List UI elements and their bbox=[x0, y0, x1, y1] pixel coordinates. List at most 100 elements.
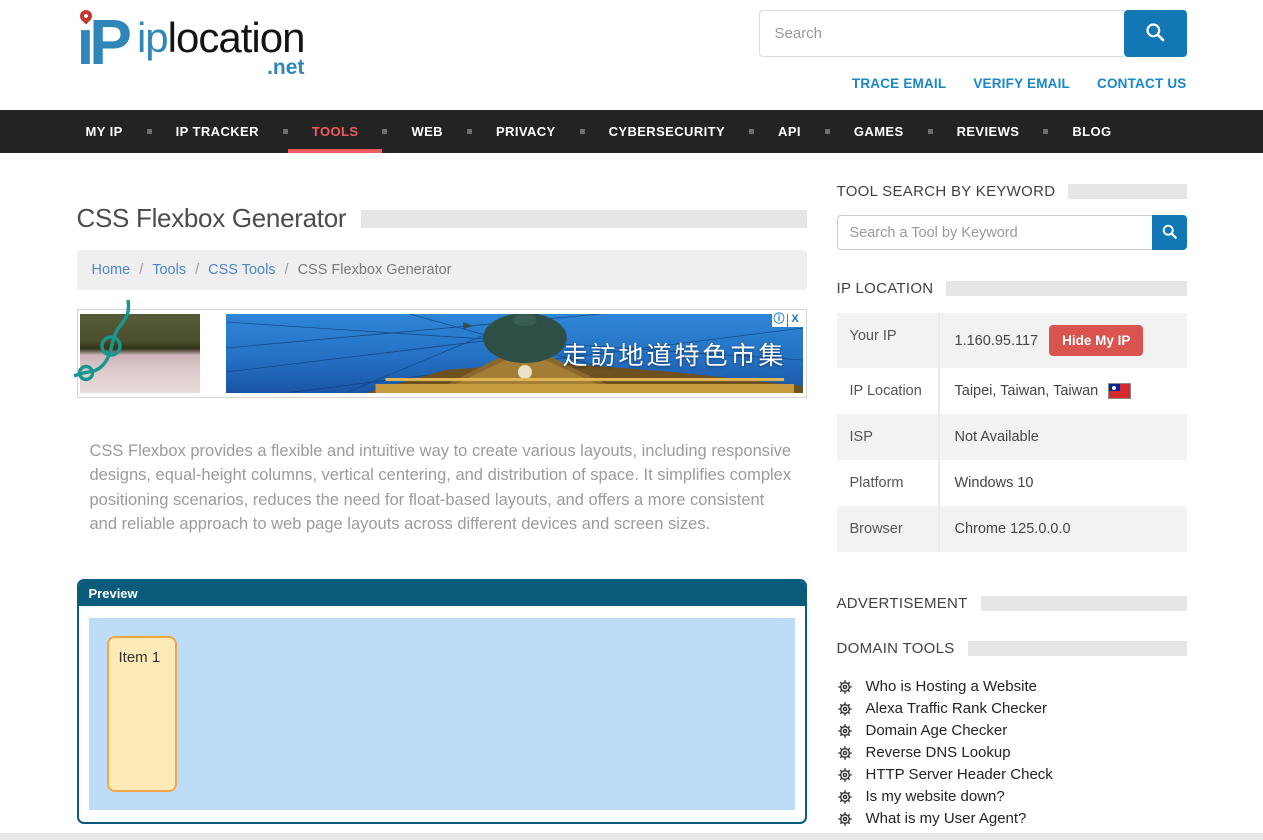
gear-icon bbox=[837, 745, 853, 761]
domain-tool-link-domain-age[interactable]: Domain Age Checker bbox=[866, 723, 1008, 738]
nav-item-web[interactable]: WEB bbox=[387, 110, 467, 153]
taiwan-flag-icon bbox=[1109, 384, 1130, 398]
ad-info-icon[interactable]: ⓘ bbox=[772, 312, 787, 327]
nav-item-privacy[interactable]: PRIVACY bbox=[472, 110, 580, 153]
breadcrumb-tools[interactable]: Tools bbox=[152, 262, 186, 278]
ad-banner[interactable]: 走訪地道特色市集 ⓘ X bbox=[77, 309, 807, 398]
heading-decorative-bar bbox=[1068, 184, 1186, 199]
main-nav: MY IP IP TRACKER TOOLS WEB PRIVACY CYBER… bbox=[0, 110, 1263, 153]
list-item: Alexa Traffic Rank Checker bbox=[837, 701, 1187, 716]
page-title: CSS Flexbox Generator bbox=[77, 203, 347, 234]
row-value: Windows 10 bbox=[940, 461, 1187, 505]
content: CSS Flexbox Generator Home / Tools / CSS… bbox=[77, 153, 1187, 833]
domain-tool-link-http-header[interactable]: HTTP Server Header Check bbox=[866, 767, 1053, 782]
row-label: Browser bbox=[837, 506, 940, 552]
row-value: 1.160.95.117 Hide My IP bbox=[940, 313, 1187, 368]
site-search bbox=[759, 10, 1187, 57]
title-row: CSS Flexbox Generator bbox=[77, 203, 807, 234]
ip-location-value: Taipei, Taiwan, Taiwan bbox=[955, 383, 1099, 399]
tool-search-heading: TOOL SEARCH BY KEYWORD bbox=[837, 183, 1187, 200]
table-row-ip-location: IP Location Taipei, Taiwan, Taiwan bbox=[837, 368, 1187, 414]
list-item: Domain Age Checker bbox=[837, 723, 1187, 738]
main-nav-inner: MY IP IP TRACKER TOOLS WEB PRIVACY CYBER… bbox=[77, 110, 1187, 153]
site-search-input[interactable] bbox=[759, 10, 1124, 57]
domain-tools-list: Who is Hosting a Website Alexa Traffic R… bbox=[837, 679, 1187, 826]
search-icon bbox=[1161, 223, 1178, 243]
flexbox-preview-container: Item 1 bbox=[89, 618, 795, 810]
breadcrumb-home[interactable]: Home bbox=[92, 262, 131, 278]
ad-overlay-text: 走訪地道特色市集 bbox=[562, 336, 786, 372]
preview-panel-body: Item 1 bbox=[79, 606, 805, 822]
gear-icon bbox=[837, 811, 853, 827]
breadcrumb-css-tools[interactable]: CSS Tools bbox=[208, 262, 275, 278]
table-row-platform: Platform Windows 10 bbox=[837, 460, 1187, 506]
gear-icon bbox=[837, 701, 853, 717]
ad-close-icon[interactable]: X bbox=[788, 312, 803, 327]
table-row-your-ip: Your IP 1.160.95.117 Hide My IP bbox=[837, 313, 1187, 368]
row-value: Not Available bbox=[940, 415, 1187, 459]
breadcrumb: Home / Tools / CSS Tools / CSS Flexbox G… bbox=[77, 250, 807, 290]
heading-decorative-bar bbox=[968, 641, 1187, 656]
site-search-button[interactable] bbox=[1124, 10, 1187, 57]
flexbox-preview-item[interactable]: Item 1 bbox=[107, 636, 177, 792]
breadcrumb-current: CSS Flexbox Generator bbox=[298, 262, 452, 278]
domain-tools-heading: DOMAIN TOOLS bbox=[837, 640, 1187, 657]
header-links: TRACE EMAIL VERIFY EMAIL CONTACT US bbox=[852, 76, 1187, 91]
hide-my-ip-button[interactable]: Hide My IP bbox=[1049, 325, 1143, 356]
trace-email-link[interactable]: TRACE EMAIL bbox=[852, 76, 946, 91]
search-icon bbox=[1144, 21, 1166, 46]
domain-tool-link-user-agent[interactable]: What is my User Agent? bbox=[866, 811, 1027, 826]
gear-icon bbox=[837, 723, 853, 739]
site-logo[interactable]: ıP iplocation .net bbox=[77, 4, 305, 80]
domain-tool-link-website-down[interactable]: Is my website down? bbox=[866, 789, 1005, 804]
site-header: ıP iplocation .net TRACE EMAIL VERIFY EM… bbox=[77, 0, 1187, 110]
table-row-isp: ISP Not Available bbox=[837, 414, 1187, 460]
nav-item-ip-tracker[interactable]: IP TRACKER bbox=[152, 110, 283, 153]
list-item: Is my website down? bbox=[837, 789, 1187, 804]
ip-location-heading: IP LOCATION bbox=[837, 280, 1187, 297]
breadcrumb-separator: / bbox=[139, 262, 143, 278]
verify-email-link[interactable]: VERIFY EMAIL bbox=[973, 76, 1070, 91]
logo-tld: .net bbox=[137, 56, 304, 80]
heading-decorative-bar bbox=[946, 281, 1186, 296]
ip-location-table: Your IP 1.160.95.117 Hide My IP IP Locat… bbox=[837, 313, 1187, 552]
domain-tool-link-hosting[interactable]: Who is Hosting a Website bbox=[866, 679, 1037, 694]
ad-right-image[interactable]: 走訪地道特色市集 bbox=[226, 314, 803, 393]
list-item: HTTP Server Header Check bbox=[837, 767, 1187, 782]
contact-us-link[interactable]: CONTACT US bbox=[1097, 76, 1187, 91]
main-column: CSS Flexbox Generator Home / Tools / CSS… bbox=[77, 183, 807, 833]
preview-panel: Preview Item 1 bbox=[77, 579, 807, 824]
ad-route-path-graphic bbox=[80, 304, 200, 393]
domain-tool-link-alexa-rank[interactable]: Alexa Traffic Rank Checker bbox=[866, 701, 1047, 716]
logo-wordmark: iplocation bbox=[137, 16, 304, 60]
nav-item-reviews[interactable]: REVIEWS bbox=[933, 110, 1044, 153]
nav-item-blog[interactable]: BLOG bbox=[1048, 110, 1135, 153]
nav-item-api[interactable]: API bbox=[754, 110, 825, 153]
nav-item-cybersecurity[interactable]: CYBERSECURITY bbox=[585, 110, 749, 153]
nav-item-games[interactable]: GAMES bbox=[830, 110, 928, 153]
tool-search-input[interactable] bbox=[837, 215, 1152, 250]
ad-controls: ⓘ X bbox=[772, 312, 803, 327]
row-label: Your IP bbox=[837, 313, 940, 368]
page: ıP iplocation .net TRACE EMAIL VERIFY EM… bbox=[0, 0, 1263, 840]
table-row-browser: Browser Chrome 125.0.0.0 bbox=[837, 506, 1187, 552]
logo-text: iplocation .net bbox=[137, 4, 304, 80]
breadcrumb-separator: / bbox=[195, 262, 199, 278]
nav-item-my-ip[interactable]: MY IP bbox=[77, 110, 147, 153]
gear-icon bbox=[837, 767, 853, 783]
tool-search-button[interactable] bbox=[1152, 215, 1187, 250]
list-item: Who is Hosting a Website bbox=[837, 679, 1187, 694]
breadcrumb-separator: / bbox=[285, 262, 289, 278]
domain-tool-link-reverse-dns[interactable]: Reverse DNS Lookup bbox=[866, 745, 1011, 760]
nav-item-tools[interactable]: TOOLS bbox=[288, 110, 383, 153]
tool-search bbox=[837, 215, 1187, 250]
ad-left-image[interactable] bbox=[80, 314, 200, 393]
ip-address-value: 1.160.95.117 bbox=[955, 333, 1039, 349]
title-decorative-bar bbox=[361, 210, 806, 228]
list-item: Reverse DNS Lookup bbox=[837, 745, 1187, 760]
footer-strip bbox=[0, 833, 1263, 840]
row-value: Chrome 125.0.0.0 bbox=[940, 507, 1187, 551]
sidebar: TOOL SEARCH BY KEYWORD IP LOCATION Your … bbox=[837, 183, 1187, 833]
gear-icon bbox=[837, 789, 853, 805]
advertisement-heading: ADVERTISEMENT bbox=[837, 595, 1187, 612]
